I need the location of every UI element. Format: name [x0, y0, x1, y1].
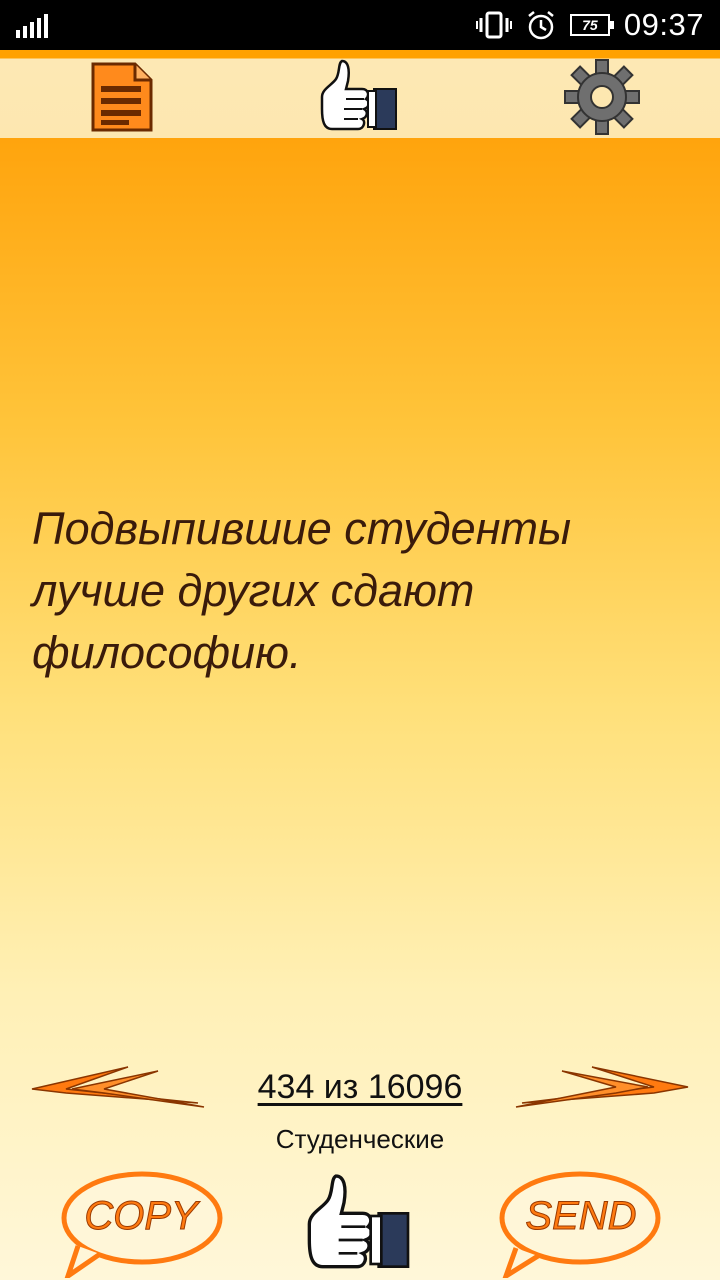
- favorites-button[interactable]: [316, 58, 404, 136]
- copy-label: COPY: [84, 1193, 198, 1238]
- thumbs-up-icon: [307, 1174, 410, 1269]
- main-area: Подвыпившие студенты лучше других сдают …: [0, 138, 720, 1280]
- vibrate-icon: [475, 11, 512, 39]
- alarm-icon: [528, 11, 554, 40]
- quote-counter[interactable]: 434 из 16096: [180, 1068, 540, 1107]
- top-toolbar: [0, 50, 720, 138]
- thumbs-up-icon: [320, 59, 397, 131]
- document-list-icon: [91, 62, 153, 132]
- copy-button[interactable]: COPY: [56, 1168, 226, 1280]
- gear-icon: [564, 59, 640, 135]
- quote-category: Студенческие: [275, 1124, 445, 1154]
- quote-text: Подвыпившие студенты лучше других сдают …: [32, 503, 572, 678]
- quote-list-button[interactable]: [80, 58, 164, 136]
- signal-icon: [16, 14, 48, 38]
- settings-button[interactable]: [560, 58, 644, 136]
- send-button[interactable]: SEND: [496, 1168, 666, 1280]
- battery-icon: 75: [569, 14, 614, 36]
- send-label: SEND: [525, 1193, 637, 1238]
- double-arrow-right-icon: [515, 1066, 689, 1108]
- status-right: 75 09:37: [475, 0, 704, 50]
- status-bar: 75 09:37: [0, 0, 720, 50]
- battery-level: 75: [582, 17, 598, 33]
- status-clock: 09:37: [623, 7, 704, 42]
- like-button[interactable]: [300, 1168, 420, 1280]
- next-button[interactable]: [512, 1063, 692, 1113]
